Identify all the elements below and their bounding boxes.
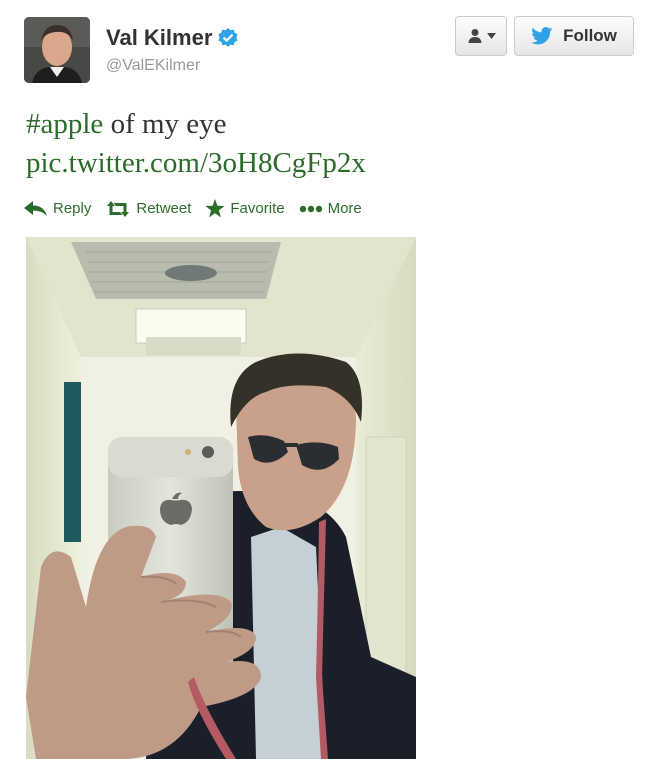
tweet-text: #apple of my eye pic.twitter.com/3oH8CgF… — [26, 105, 626, 183]
reply-action[interactable]: Reply — [24, 200, 91, 217]
favorite-action[interactable]: Favorite — [205, 199, 285, 218]
avatar[interactable] — [24, 17, 90, 83]
follow-button-label: Follow — [563, 26, 617, 45]
more-action[interactable]: More — [299, 200, 362, 217]
retweet-label: Retweet — [136, 200, 192, 217]
tweet-text-body: of my eye — [103, 108, 227, 140]
tweet-photo-image — [26, 237, 416, 759]
tweet-text-line: #apple of my eye — [26, 105, 626, 144]
follow-button[interactable]: Follow — [514, 16, 634, 56]
twitter-bird-icon — [531, 27, 553, 45]
pic-link[interactable]: pic.twitter.com/3oH8CgFp2x — [26, 144, 626, 183]
more-dots-icon — [299, 205, 322, 212]
retweet-action[interactable]: Retweet — [105, 200, 191, 217]
user-menu-icon — [468, 29, 481, 43]
reply-label: Reply — [53, 200, 92, 217]
tweet-photo[interactable] — [26, 237, 416, 759]
display-name[interactable]: Val Kilmer — [106, 25, 238, 51]
verified-badge-icon — [218, 28, 238, 47]
retweet-icon — [107, 200, 130, 217]
hashtag-link[interactable]: #apple — [26, 108, 103, 140]
reply-icon — [24, 200, 47, 216]
star-icon — [205, 199, 225, 218]
display-name-text[interactable]: Val Kilmer — [106, 25, 212, 51]
tweet-actions: Reply Retweet Favorite More — [24, 199, 362, 218]
user-handle[interactable]: @ValEKilmer — [106, 57, 200, 75]
chevron-down-icon — [486, 33, 496, 39]
more-label: More — [327, 200, 362, 217]
favorite-label: Favorite — [230, 200, 285, 217]
user-actions-button[interactable] — [455, 16, 507, 56]
avatar-image — [24, 17, 90, 83]
